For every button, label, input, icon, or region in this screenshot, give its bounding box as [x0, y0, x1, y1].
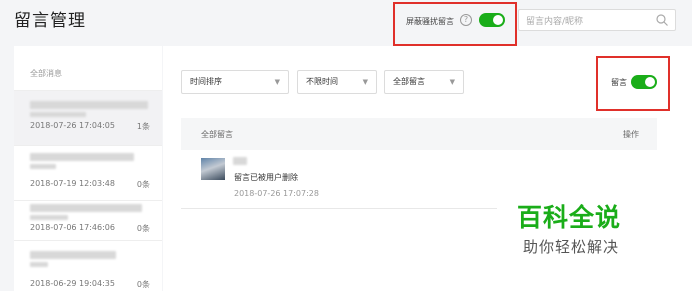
search-icon[interactable]: [655, 13, 669, 27]
page-title: 留言管理: [14, 11, 86, 31]
table-header: 全部留言 操作: [181, 118, 657, 150]
search-input[interactable]: 留言内容/昵称: [518, 9, 676, 31]
block-spam-toggle[interactable]: [479, 13, 505, 27]
caret-down-icon: ▼: [274, 78, 280, 86]
caret-down-icon: ▼: [362, 78, 368, 86]
sidebar-item-count: 0条: [136, 280, 150, 289]
sidebar-item-count: 0条: [136, 224, 150, 233]
comments-toggle-label: 留言: [611, 78, 627, 87]
watermark-subtitle: 助你轻松解决: [523, 238, 620, 256]
avatar[interactable]: [201, 158, 225, 180]
sidebar-item-4[interactable]: 2018-06-29 19:04:35 0条: [14, 240, 162, 291]
sidebar-heading: 全部消息: [30, 69, 62, 78]
blurred-preview: [30, 215, 68, 220]
sidebar-item-date: 2018-07-26 17:04:05: [30, 121, 115, 130]
caret-down-icon: ▼: [449, 78, 455, 86]
blurred-username: [30, 153, 134, 161]
blurred-username: [30, 251, 116, 259]
sidebar-item-2[interactable]: 2018-07-19 12:03:48 0条: [14, 145, 162, 200]
sort-dropdown[interactable]: 时间排序 ▼: [181, 70, 289, 94]
sidebar-item-date: 2018-07-06 17:46:06: [30, 223, 115, 232]
sidebar-item-count: 0条: [136, 180, 150, 189]
blurred-preview: [30, 164, 56, 169]
sidebar-item-1[interactable]: 2018-07-26 17:04:05 1条: [14, 90, 162, 145]
scope-dropdown[interactable]: 全部留言 ▼: [384, 70, 464, 94]
sidebar-item-date: 2018-06-29 19:04:35: [30, 279, 115, 288]
blurred-username: [30, 204, 142, 212]
watermark-title: 百科全说: [517, 203, 622, 232]
comment-time: 2018-07-26 17:07:28: [234, 189, 319, 198]
search-placeholder: 留言内容/昵称: [526, 17, 584, 27]
table-header-actions: 操作: [623, 130, 639, 139]
blurred-preview: [30, 112, 86, 117]
time-dropdown-label: 不限时间: [306, 77, 338, 86]
question-circle-icon[interactable]: ?: [460, 14, 472, 26]
comment-text: 留言已被用户删除: [234, 173, 298, 182]
conversation-sidebar: 全部消息 2018-07-26 17:04:05 1条 2018-07-19 1…: [14, 46, 162, 291]
blurred-preview: [30, 262, 48, 267]
blurred-username: [30, 101, 148, 109]
blurred-nickname: [233, 157, 247, 165]
comments-toggle[interactable]: [631, 75, 657, 89]
table-header-all: 全部留言: [201, 130, 233, 139]
row-divider: [181, 208, 497, 209]
time-dropdown[interactable]: 不限时间 ▼: [297, 70, 377, 94]
block-spam-label: 屏蔽骚扰留言: [406, 17, 454, 26]
scope-dropdown-label: 全部留言: [393, 77, 425, 86]
sidebar-item-count: 1条: [136, 122, 150, 131]
sort-dropdown-label: 时间排序: [190, 77, 222, 86]
sidebar-item-date: 2018-07-19 12:03:48: [30, 179, 115, 188]
